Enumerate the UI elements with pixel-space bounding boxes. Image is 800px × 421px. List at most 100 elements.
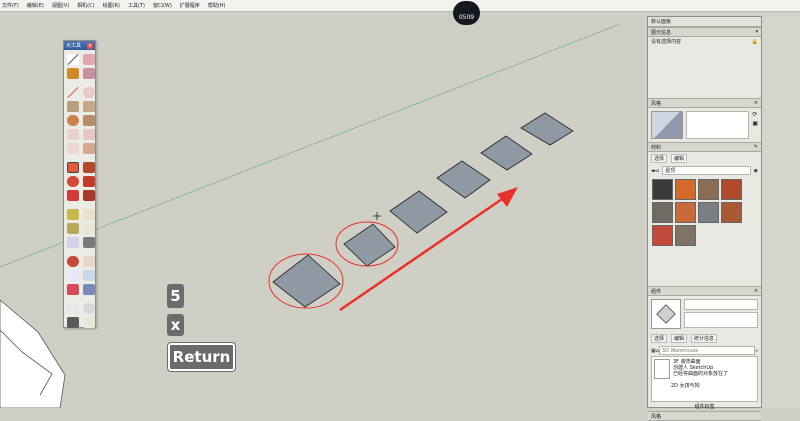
orbit-tool-icon[interactable] bbox=[67, 256, 79, 267]
make-component-icon[interactable] bbox=[83, 68, 95, 79]
component-item-2-title[interactable]: 2D 女孩与狗 bbox=[671, 382, 755, 389]
materials-swatch-grid bbox=[648, 176, 761, 246]
material-swatch[interactable] bbox=[652, 225, 673, 246]
style-description bbox=[686, 111, 750, 139]
three-point-arc-icon[interactable] bbox=[67, 143, 79, 154]
section-plane-icon[interactable] bbox=[83, 317, 95, 328]
components-search-row: ▦ ⌂ ⌕ bbox=[648, 345, 761, 356]
zoom-extents-icon[interactable] bbox=[67, 284, 79, 295]
close-icon-2[interactable]: × bbox=[754, 288, 758, 294]
rotate-tool-icon[interactable] bbox=[67, 176, 79, 187]
bottom-section-title: 风格 bbox=[651, 413, 662, 420]
follow-me-icon[interactable] bbox=[83, 176, 95, 187]
toolbar-close-icon[interactable]: × bbox=[87, 42, 93, 49]
keystroke-return: Return bbox=[167, 342, 236, 372]
material-swatch[interactable] bbox=[652, 179, 673, 200]
component-item-description: 已经将曲面的对象放在了 bbox=[673, 371, 729, 377]
toolbar-title: 大工具 bbox=[66, 43, 82, 49]
material-swatch[interactable] bbox=[698, 202, 719, 223]
text-tool-icon[interactable] bbox=[83, 223, 95, 234]
tape-measure-icon[interactable] bbox=[67, 209, 79, 220]
line-tool-icon[interactable] bbox=[67, 87, 79, 98]
component-description-field[interactable] bbox=[684, 312, 758, 328]
default-tray-panel: 默认面板 图元信息 ▾ 没有选择内容 🔒 风格 × ⟳ ▣ 材料 ✎ 选择 编辑… bbox=[647, 16, 762, 421]
menu-tools[interactable]: 工具(T) bbox=[128, 2, 145, 9]
protractor-icon[interactable] bbox=[67, 223, 79, 234]
freehand-tool-icon[interactable] bbox=[83, 87, 95, 98]
material-swatch[interactable] bbox=[698, 179, 719, 200]
zoom-tool-icon[interactable] bbox=[67, 270, 79, 281]
material-swatch[interactable] bbox=[721, 202, 742, 223]
entity-info-title: 图元信息 bbox=[651, 29, 672, 36]
rotated-rectangle-icon[interactable] bbox=[83, 101, 95, 112]
entity-info-header[interactable]: 图元信息 ▾ bbox=[648, 27, 761, 37]
materials-tab-edit[interactable]: 编辑 bbox=[671, 154, 688, 163]
dimension-tool-icon[interactable] bbox=[83, 209, 95, 220]
polygon-tool-icon[interactable] bbox=[83, 115, 95, 126]
home-icon[interactable]: ⌂ bbox=[656, 168, 659, 174]
lock-icon[interactable]: 🔒 bbox=[752, 39, 758, 45]
bottom-section-header[interactable]: 风格 bbox=[648, 411, 761, 421]
3d-text-icon[interactable] bbox=[83, 237, 95, 248]
components-tab-select[interactable]: 选择 bbox=[651, 334, 668, 343]
keystroke-5: 5 bbox=[167, 284, 184, 308]
entity-info-message: 没有选择内容 bbox=[651, 39, 682, 45]
menu-bar: 文件(F) 编辑(E) 视图(V) 相机(C) 绘图(R) 工具(T) 窗口(W… bbox=[0, 0, 800, 12]
eraser-tool-icon[interactable] bbox=[83, 54, 95, 65]
menu-window[interactable]: 窗口(W) bbox=[153, 2, 172, 9]
components-search-input[interactable] bbox=[658, 346, 756, 355]
look-around-icon[interactable] bbox=[83, 303, 95, 314]
zoom-window-icon[interactable] bbox=[83, 270, 95, 281]
material-swatch[interactable] bbox=[675, 225, 696, 246]
scale-tool-icon[interactable] bbox=[67, 190, 79, 201]
materials-category-select[interactable]: 屋顶 bbox=[662, 166, 751, 175]
walk-tool-icon[interactable] bbox=[67, 317, 79, 328]
toolbar-titlebar[interactable]: 大工具 × bbox=[64, 41, 95, 50]
material-swatch[interactable] bbox=[675, 179, 696, 200]
menu-view[interactable]: 视图(V) bbox=[52, 2, 69, 9]
push-pull-icon[interactable] bbox=[83, 162, 95, 173]
components-header[interactable]: 组件 × bbox=[648, 286, 761, 296]
menu-help[interactable]: 帮助(H) bbox=[208, 2, 226, 9]
menu-camera[interactable]: 相机(C) bbox=[77, 2, 94, 9]
components-tab-edit[interactable]: 编辑 bbox=[671, 334, 688, 343]
eyedropper-icon[interactable]: ✎ bbox=[754, 144, 758, 150]
rectangle-tool-icon[interactable] bbox=[67, 101, 79, 112]
arc-tool-icon[interactable] bbox=[67, 129, 79, 140]
components-tab-stats[interactable]: 统计信息 bbox=[691, 334, 718, 343]
position-camera-icon[interactable] bbox=[67, 303, 79, 314]
menu-extensions[interactable]: 扩展程序 bbox=[180, 2, 200, 9]
previous-view-icon[interactable] bbox=[83, 284, 95, 295]
move-tool-icon[interactable] bbox=[67, 162, 79, 173]
offset-tool-icon[interactable] bbox=[83, 190, 95, 201]
keystroke-x: x bbox=[167, 314, 184, 336]
axes-tool-icon[interactable] bbox=[67, 237, 79, 248]
tray-title[interactable]: 默认面板 bbox=[648, 17, 761, 27]
menu-edit[interactable]: 编辑(E) bbox=[27, 2, 44, 9]
materials-header[interactable]: 材料 ✎ bbox=[648, 142, 761, 152]
search-icon[interactable]: ⌕ bbox=[755, 348, 758, 354]
menu-draw[interactable]: 绘图(R) bbox=[103, 2, 120, 9]
style-thumbnail[interactable] bbox=[651, 111, 683, 139]
material-swatch[interactable] bbox=[652, 202, 673, 223]
styles-header[interactable]: 风格 × bbox=[648, 98, 761, 108]
pie-tool-icon[interactable] bbox=[83, 143, 95, 154]
pan-tool-icon[interactable] bbox=[83, 256, 95, 267]
close-icon[interactable]: × bbox=[754, 100, 758, 106]
circle-tool-icon[interactable] bbox=[67, 115, 79, 126]
update-style-icon[interactable]: ⟳ bbox=[752, 111, 758, 118]
paint-bucket-icon[interactable] bbox=[67, 68, 79, 79]
menu-file[interactable]: 文件(F) bbox=[2, 2, 19, 9]
details-icon[interactable]: ◉ bbox=[754, 168, 758, 174]
component-name-field[interactable] bbox=[684, 299, 758, 310]
material-swatch[interactable] bbox=[675, 202, 696, 223]
background-strip bbox=[762, 16, 800, 408]
create-style-icon[interactable]: ▣ bbox=[752, 120, 758, 127]
select-tool-icon[interactable] bbox=[67, 54, 79, 65]
two-point-arc-icon[interactable] bbox=[83, 129, 95, 140]
material-swatch[interactable] bbox=[721, 179, 742, 200]
square-1 bbox=[272, 254, 341, 308]
materials-tab-select[interactable]: 选择 bbox=[651, 154, 668, 163]
materials-category-row: ◂ ▸ ⌂ 屋顶 ◉ bbox=[648, 165, 761, 176]
component-list-item[interactable]: 3F 装饰曲面 创建人 SketchUp 已经将曲面的对象放在了 bbox=[654, 359, 755, 379]
